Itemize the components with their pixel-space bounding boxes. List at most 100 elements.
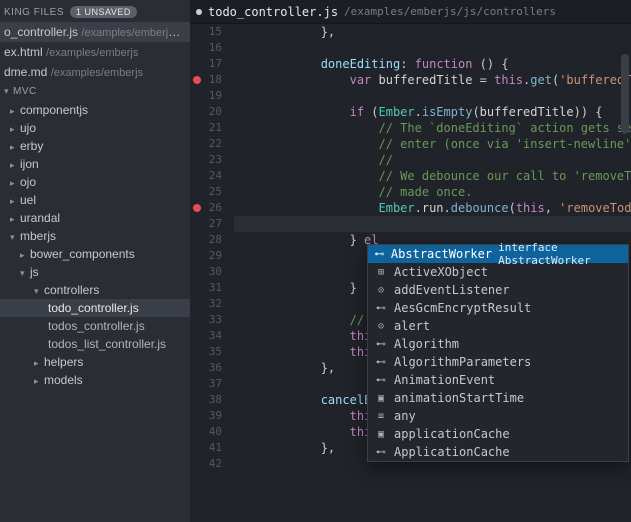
tree-folder[interactable]: ▾js (0, 263, 190, 281)
chevron-icon: ▸ (10, 142, 20, 153)
line-number[interactable]: 27 (190, 216, 222, 232)
kind-icon: ⊷ (374, 339, 388, 350)
line-number[interactable]: 40 (190, 424, 222, 440)
chevron-icon: ▾ (20, 268, 30, 279)
code-line[interactable]: // The `doneEditing` action gets sent (234, 120, 631, 136)
line-number[interactable]: 42 (190, 456, 222, 472)
tree-folder[interactable]: ▸models (0, 371, 190, 389)
kind-icon: ⊙ (374, 285, 388, 296)
file-name: ex.html (4, 45, 43, 59)
autocomplete-label: Algorithm (394, 337, 459, 351)
unsaved-badge: 1 UNSAVED (70, 6, 137, 18)
code-line[interactable] (234, 216, 631, 232)
line-number[interactable]: 26 (190, 200, 222, 216)
line-number[interactable]: 17 (190, 56, 222, 72)
tree-folder[interactable]: ▸ojo (0, 173, 190, 191)
tree-folder[interactable]: ▸urandal (0, 209, 190, 227)
code-line[interactable]: // (234, 152, 631, 168)
line-number[interactable]: 19 (190, 88, 222, 104)
line-number[interactable]: 36 (190, 360, 222, 376)
working-file[interactable]: ex.html /examples/emberjs (0, 42, 190, 62)
tree-folder[interactable]: ▸componentjs (0, 101, 190, 119)
code-line[interactable]: // made once. (234, 184, 631, 200)
file-path: /examples/emberjs/j… (81, 25, 190, 39)
tree-folder[interactable]: ▾controllers (0, 281, 190, 299)
chevron-icon: ▸ (20, 250, 30, 261)
autocomplete-item[interactable]: ⊙alert (368, 317, 628, 335)
autocomplete-item[interactable]: ⊷AbstractWorkerinterface AbstractWorker (368, 245, 628, 263)
code-line[interactable]: }, (234, 24, 631, 40)
code-line[interactable]: // We debounce our call to 'removeTodo (234, 168, 631, 184)
kind-icon: ⊷ (374, 249, 385, 260)
autocomplete-label: applicationCache (394, 427, 510, 441)
code-line[interactable]: Ember.run.debounce(this, 'removeTodo', (234, 200, 631, 216)
line-number[interactable]: 22 (190, 136, 222, 152)
line-number[interactable]: 24 (190, 168, 222, 184)
code-line[interactable]: var bufferedTitle = this.get('bufferedTi… (234, 72, 631, 88)
code-line[interactable] (234, 40, 631, 56)
tree-label: ojo (20, 175, 36, 189)
line-number[interactable]: 16 (190, 40, 222, 56)
line-number[interactable]: 33 (190, 312, 222, 328)
tree-folder[interactable]: ▸erby (0, 137, 190, 155)
line-number[interactable]: 39 (190, 408, 222, 424)
code-line[interactable]: doneEditing: function () { (234, 56, 631, 72)
tree-folder[interactable]: ▸helpers (0, 353, 190, 371)
autocomplete-item[interactable]: ⊷AlgorithmParameters (368, 353, 628, 371)
code-line[interactable] (234, 88, 631, 104)
tree-folder[interactable]: ▸ijon (0, 155, 190, 173)
line-number[interactable]: 28 (190, 232, 222, 248)
line-number[interactable]: 37 (190, 376, 222, 392)
tree-folder[interactable]: ▸bower_components (0, 245, 190, 263)
autocomplete-item[interactable]: ⊷ApplicationCache (368, 443, 628, 461)
autocomplete-item[interactable]: ⊙addEventListener (368, 281, 628, 299)
line-number[interactable]: 23 (190, 152, 222, 168)
project-header[interactable]: MVC (0, 82, 190, 101)
line-number[interactable]: 32 (190, 296, 222, 312)
autocomplete-popup[interactable]: ⊷AbstractWorkerinterface AbstractWorker⊞… (367, 244, 629, 462)
autocomplete-item[interactable]: ⊷AesGcmEncryptResult (368, 299, 628, 317)
working-file[interactable]: o_controller.js /examples/emberjs/j… (0, 22, 190, 42)
tree-label: models (44, 373, 83, 387)
code-area[interactable]: 1516171819202122232425262728293031323334… (190, 24, 631, 522)
tab-filename[interactable]: todo_controller.js (208, 5, 338, 19)
line-gutter[interactable]: 1516171819202122232425262728293031323334… (190, 24, 230, 472)
line-number[interactable]: 25 (190, 184, 222, 200)
tree-label: urandal (20, 211, 60, 225)
tree-file[interactable]: todos_controller.js (0, 317, 190, 335)
line-number[interactable]: 31 (190, 280, 222, 296)
autocomplete-item[interactable]: ⊷AnimationEvent (368, 371, 628, 389)
line-number[interactable]: 20 (190, 104, 222, 120)
line-number[interactable]: 34 (190, 328, 222, 344)
tab-path: /examples/emberjs/js/controllers (344, 5, 556, 18)
line-number[interactable]: 18 (190, 72, 222, 88)
code-line[interactable]: if (Ember.isEmpty(bufferedTitle)) { (234, 104, 631, 120)
tree-folder[interactable]: ▾mberjs (0, 227, 190, 245)
autocomplete-label: animationStartTime (394, 391, 524, 405)
working-file[interactable]: dme.md /examples/emberjs (0, 62, 190, 82)
kind-icon: ▣ (374, 393, 388, 404)
line-number[interactable]: 38 (190, 392, 222, 408)
scrollbar-thumb[interactable] (621, 54, 629, 134)
chevron-icon: ▸ (10, 106, 20, 117)
line-number[interactable]: 41 (190, 440, 222, 456)
tree-folder[interactable]: ▸uel (0, 191, 190, 209)
kind-icon: ⊙ (374, 321, 388, 332)
autocomplete-item[interactable]: ⊷ Algorithm (368, 335, 628, 353)
chevron-icon: ▾ (34, 286, 44, 297)
chevron-icon: ▸ (10, 160, 20, 171)
kind-icon: ▣ (374, 429, 388, 440)
autocomplete-item[interactable]: ▣ applicationCache (368, 425, 628, 443)
line-number[interactable]: 35 (190, 344, 222, 360)
autocomplete-item[interactable]: ≡any (368, 407, 628, 425)
tree-folder[interactable]: ▸ujo (0, 119, 190, 137)
line-number[interactable]: 21 (190, 120, 222, 136)
tree-file[interactable]: todo_controller.js (0, 299, 190, 317)
autocomplete-item[interactable]: ▣ animationStartTime (368, 389, 628, 407)
autocomplete-label: AlgorithmParameters (394, 355, 531, 369)
tree-file[interactable]: todos_list_controller.js (0, 335, 190, 353)
code-line[interactable]: // enter (once via 'insert-newline' an (234, 136, 631, 152)
line-number[interactable]: 29 (190, 248, 222, 264)
line-number[interactable]: 15 (190, 24, 222, 40)
line-number[interactable]: 30 (190, 264, 222, 280)
